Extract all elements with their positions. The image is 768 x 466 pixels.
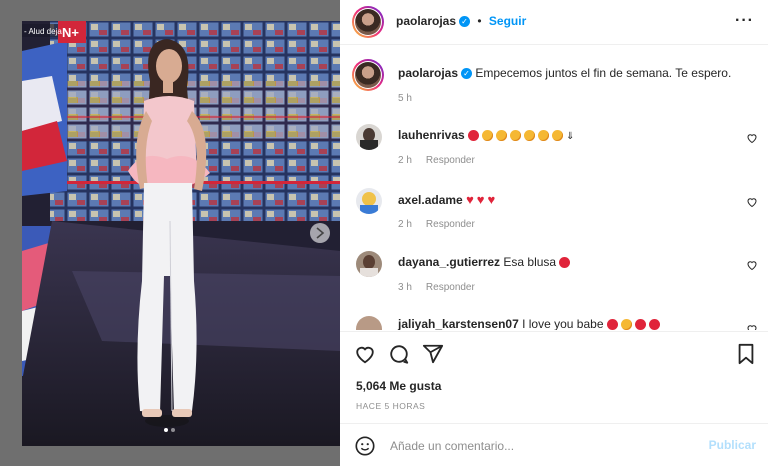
emoji-icon — [620, 319, 632, 330]
comment-time[interactable]: 2 h — [398, 155, 412, 166]
publish-button[interactable]: Publicar — [709, 438, 756, 452]
comment-username[interactable]: axel.adame — [398, 193, 463, 207]
post-time[interactable]: HACE 5 HORAS — [356, 401, 425, 411]
emoji-icon — [538, 130, 550, 142]
comment-username[interactable]: jaliyah_karstensen07 — [398, 317, 519, 330]
emoji-icon — [606, 319, 618, 330]
comment-icon[interactable] — [388, 343, 410, 365]
comments-list[interactable]: paolarojas ✓ Empecemos juntos el fin de s… — [340, 50, 768, 330]
like-comment-heart-icon[interactable] — [746, 259, 758, 271]
post-actions: 5,064 Me gusta HACE 5 HORAS Añade un com… — [340, 331, 768, 466]
likes-count[interactable]: 5,064 Me gusta — [356, 379, 441, 393]
caption-avatar[interactable] — [352, 59, 384, 91]
carousel-next-button[interactable] — [310, 223, 330, 243]
post-photo: N+ - Alud deja — [22, 21, 340, 446]
backdrop[interactable] — [0, 0, 22, 466]
like-comment-heart-icon[interactable] — [746, 132, 758, 144]
emoji-icon[interactable] — [354, 435, 376, 457]
reply-button[interactable]: Responder — [426, 155, 475, 166]
emoji-icon — [648, 319, 660, 330]
caption-text: Empecemos juntos el fin de semana. Te es… — [475, 66, 732, 80]
author-username[interactable]: paolarojas — [396, 14, 456, 28]
emoji-icon — [552, 130, 564, 142]
comment-avatar[interactable] — [356, 316, 382, 330]
comment-composer: Añade un comentario... Publicar — [340, 423, 768, 466]
comment-input[interactable]: Añade un comentario... — [390, 439, 514, 453]
svg-text:N+: N+ — [62, 25, 79, 40]
bookmark-icon[interactable] — [736, 343, 756, 365]
post-sidebar: paolarojas ✓ • Seguir ··· paolarojas ✓ Emp… — [340, 0, 768, 466]
like-comment-heart-icon[interactable] — [746, 196, 758, 208]
comment-time[interactable]: 3 h — [398, 282, 412, 293]
like-comment-heart-icon[interactable] — [746, 323, 758, 330]
backdrop-bottom[interactable] — [22, 446, 340, 466]
heart-emoji-icon: ♥ — [487, 192, 496, 207]
comment-avatar[interactable] — [356, 251, 382, 277]
tv-banner: - Alud deja — [24, 27, 62, 36]
more-options-icon[interactable]: ··· — [735, 12, 754, 30]
post-header: paolarojas ✓ • Seguir ··· — [340, 0, 768, 45]
post-image[interactable]: N+ - Alud deja — [22, 21, 340, 446]
carousel-dot — [171, 428, 175, 432]
arrow-emoji-icon: ⇓ — [566, 131, 575, 142]
comment-text: Esa blusa — [503, 255, 557, 269]
heart-emoji-icon: ♥ — [476, 192, 485, 207]
follow-button[interactable]: Seguir — [489, 14, 526, 28]
caption-time[interactable]: 5 h — [398, 93, 412, 104]
emoji-icon — [524, 130, 536, 142]
header-separator: • — [477, 14, 482, 28]
comment-username[interactable]: dayana_.gutierrez — [398, 255, 500, 269]
emoji-icon — [482, 130, 494, 142]
reply-button[interactable]: Responder — [426, 282, 475, 293]
author-avatar[interactable] — [352, 6, 384, 38]
comment-avatar[interactable] — [356, 124, 382, 150]
emoji-icon — [468, 130, 480, 142]
emoji-icon — [559, 257, 571, 269]
instagram-post-modal: N+ - Alud deja paolarojas ✓ • Seguir ···… — [0, 0, 768, 466]
comment-avatar[interactable] — [356, 188, 382, 214]
carousel-dot-active — [164, 428, 168, 432]
share-icon[interactable] — [422, 343, 444, 365]
emoji-icon — [634, 319, 646, 330]
reply-button[interactable]: Responder — [426, 219, 475, 230]
backdrop-top[interactable] — [22, 0, 340, 21]
comment-username[interactable]: lauhenrivas — [398, 128, 465, 142]
heart-icon[interactable] — [354, 343, 376, 365]
comment-time[interactable]: 2 h — [398, 219, 412, 230]
verified-icon: ✓ — [459, 16, 471, 28]
caption-username[interactable]: paolarojas — [398, 66, 458, 80]
comment-emojis: ⇓ — [468, 128, 574, 142]
emoji-icon — [510, 130, 522, 142]
verified-icon: ✓ — [461, 68, 473, 80]
comment-text: I love you babe — [522, 317, 604, 330]
emoji-icon — [496, 130, 508, 142]
heart-emoji-icon: ♥ — [466, 192, 474, 207]
